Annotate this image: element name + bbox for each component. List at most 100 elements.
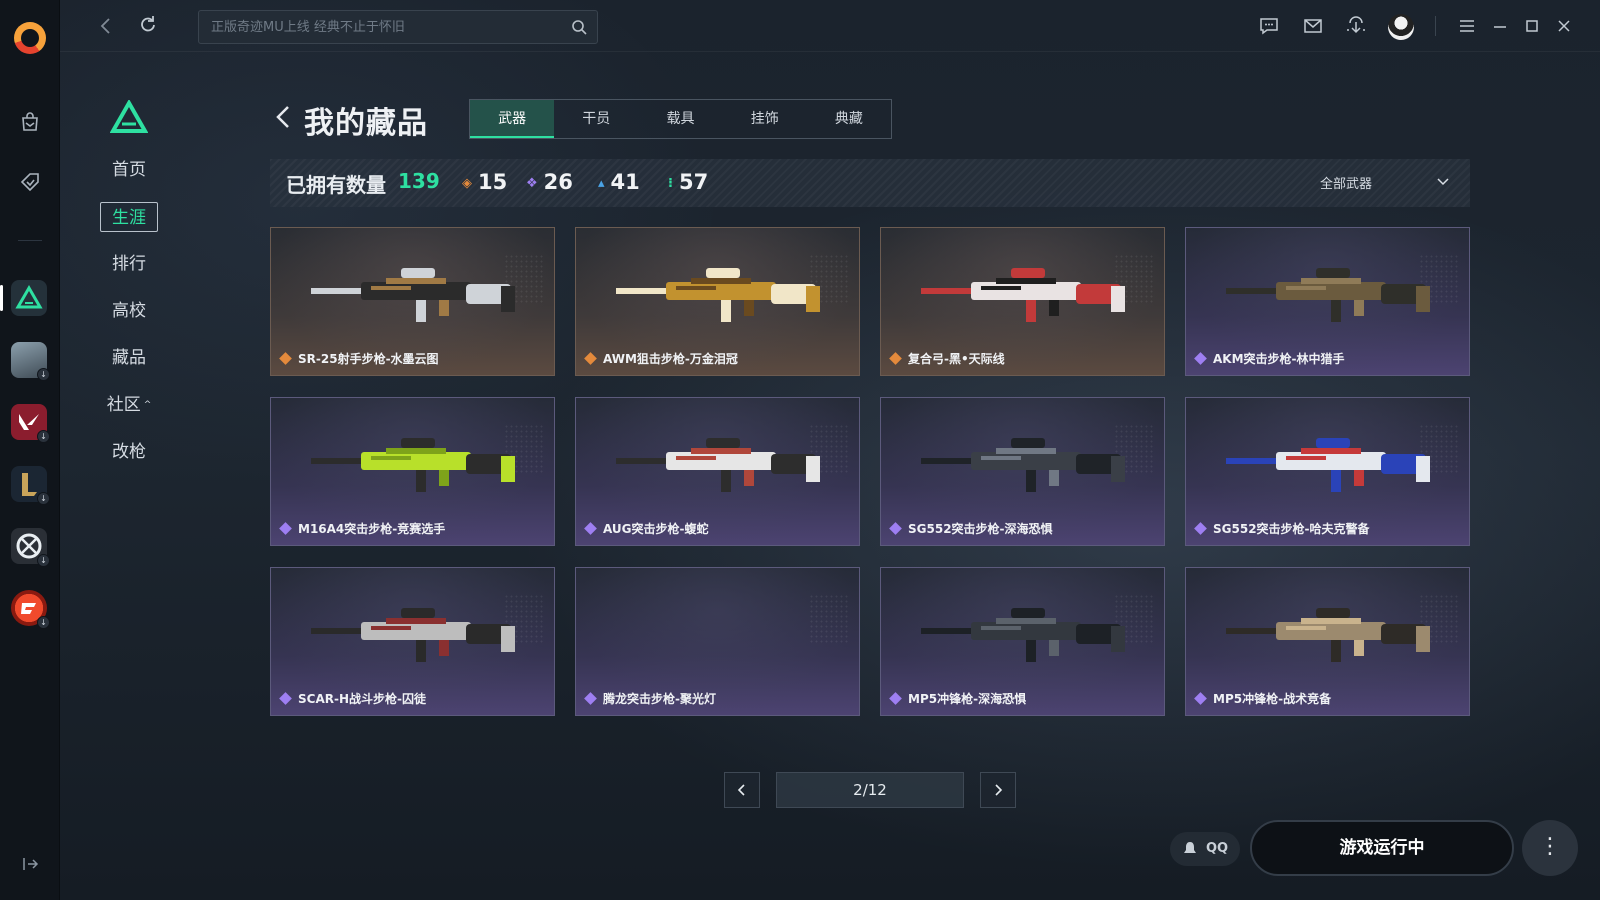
tab-weapons[interactable]: 武器 [470,100,555,138]
collection-card[interactable]: SR-25射手步枪-水墨云图 [270,227,555,376]
chat-icon[interactable] [1257,14,1281,38]
card-name-label: 腾龙突击步枪-聚光灯 [603,692,716,706]
back-nav-icon[interactable] [92,12,120,40]
nav-item-home[interactable]: 首页 [100,155,158,185]
collection-card[interactable]: AWM狙击步枪-万金泪冠 [575,227,860,376]
card-name: MP5冲锋枪-战术竞备 [1194,690,1331,707]
card-name: MP5冲锋枪-深海恐惧 [889,690,1027,707]
card-name: 腾龙突击步枪-聚光灯 [584,690,716,707]
collection-card[interactable]: M16A4突击步枪-竞赛选手 [270,397,555,546]
card-name-label: SG552突击步枪-哈夫克警备 [1213,522,1370,536]
purple-rarity-gem-icon [889,522,902,535]
download-icon[interactable] [1344,14,1368,38]
chevron-down-icon [1437,178,1449,186]
qq-button[interactable]: QQ [1170,832,1240,866]
game-running-button[interactable]: 游戏运行中 [1250,820,1514,876]
more-options-icon[interactable]: ⋮ [1522,820,1578,876]
purple-rarity-gem-icon [584,692,597,705]
collection-card[interactable]: SCAR-H战斗步枪-囚徒 [270,567,555,716]
orange-rarity-gem-icon [584,352,597,365]
download-badge-icon: ↓ [37,554,50,567]
chevron-left-icon [737,784,745,796]
game-cf-icon[interactable]: ↓ [11,590,50,629]
purple-rarity-gem-icon [279,522,292,535]
owned-count-value: 139 [398,169,440,193]
tab-archive[interactable]: 典藏 [807,100,891,138]
purple-rarity-gem-icon [1194,352,1207,365]
weapon-filter-dropdown[interactable]: 全部武器 [1320,173,1450,195]
collection-card[interactable]: SG552突击步枪-深海恐惧 [880,397,1165,546]
tab-charms[interactable]: 挂饰 [723,100,807,138]
weapon-image [311,608,515,662]
refresh-icon[interactable] [134,12,162,40]
page-title: 我的藏品 [304,106,428,141]
card-name: AUG突击步枪-蝮蛇 [584,520,709,537]
collection-card[interactable]: AUG突击步枪-蝮蛇 [575,397,860,546]
collection-card[interactable]: MP5冲锋枪-深海恐惧 [880,567,1165,716]
card-name-label: AKM突击步枪-林中猎手 [1213,352,1345,366]
prev-page-button[interactable] [724,772,760,808]
bag-icon[interactable] [12,104,48,140]
card-name-label: MP5冲锋枪-深海恐惧 [908,692,1027,706]
avatar[interactable] [1388,14,1414,40]
card-name-label: AWM狙击步枪-万金泪冠 [603,352,738,366]
section-nav: 首页 生涯 排行 高校 藏品 社区 ^ 改枪 [100,155,170,484]
collection-card[interactable]: SG552突击步枪-哈夫克警备 [1185,397,1470,546]
card-dot-pattern [809,594,849,644]
chevron-right-icon [995,784,1003,796]
purple-rarity-gem-icon [1194,522,1207,535]
purple-rarity-gem-icon [279,692,292,705]
nav-item-gunsmith[interactable]: 改枪 [100,437,158,467]
tab-vehicles[interactable]: 载具 [638,100,722,138]
topbar-divider [1435,16,1436,36]
game-triangle-icon[interactable] [11,280,47,316]
collapse-sidebar-icon[interactable] [20,854,40,874]
search-icon[interactable] [571,19,587,35]
game-csgo-icon[interactable]: ↓ [11,528,50,567]
collection-card[interactable]: MP5冲锋枪-战术竞备 [1185,567,1470,716]
mail-icon[interactable] [1301,14,1325,38]
game-valorant-icon[interactable]: ↓ [11,404,50,443]
back-chevron-icon[interactable] [272,102,294,132]
maximize-icon[interactable] [1520,14,1544,38]
blue-gem-icon: ▴ [598,176,605,191]
search-box [198,10,598,44]
orange-gem-icon: ◈ [462,176,472,191]
download-badge-icon: ↓ [37,430,50,443]
nav-item-collection[interactable]: 藏品 [100,343,158,373]
tag-icon[interactable] [12,164,48,200]
card-name-label: AUG突击步枪-蝮蛇 [603,522,709,536]
weapon-image [921,268,1125,322]
orange-rarity-gem-icon [889,352,902,365]
collection-card[interactable]: AKM突击步枪-林中猎手 [1185,227,1470,376]
nav-item-community[interactable]: 社区 ^ [100,390,158,420]
weapon-image [921,438,1125,492]
nav-item-college[interactable]: 高校 [100,296,158,326]
collection-card[interactable]: 腾龙突击步枪-聚光灯 [575,567,860,716]
qq-label: QQ [1206,841,1229,856]
game-lol-icon[interactable]: ↓ [11,466,50,505]
collection-card[interactable]: 复合弓-黑•天际线 [880,227,1165,376]
nav-item-career[interactable]: 生涯 [100,202,158,232]
minimize-icon[interactable] [1488,14,1512,38]
rarity-green-count: ⁝ 57 [668,170,708,194]
card-name-label: 复合弓-黑•天际线 [908,352,1005,366]
tab-operators[interactable]: 干员 [554,100,638,138]
weapon-image [616,438,820,492]
close-icon[interactable] [1552,14,1576,38]
rarity-orange-count: ◈ 15 [462,170,507,194]
weapon-image [1226,268,1430,322]
category-tabs: 武器 干员 载具 挂饰 典藏 [469,99,892,139]
card-name: AWM狙击步枪-万金泪冠 [584,350,738,367]
swirl-logo-icon[interactable] [14,22,46,54]
next-page-button[interactable] [980,772,1016,808]
menu-icon[interactable] [1455,14,1479,38]
purple-gem-icon: ❖ [526,176,538,191]
nav-item-ranking[interactable]: 排行 [100,249,158,279]
card-name: SR-25射手步枪-水墨云图 [279,350,439,367]
game-helmet-icon[interactable]: ↓ [11,342,50,381]
rarity-blue-count: ▴ 41 [598,170,640,194]
search-input[interactable] [211,11,561,43]
stats-bar: 已拥有数量 139 ◈ 15 ❖ 26 ▴ 41 ⁝ 57 全部武器 [270,159,1470,207]
orange-rarity-gem-icon [279,352,292,365]
